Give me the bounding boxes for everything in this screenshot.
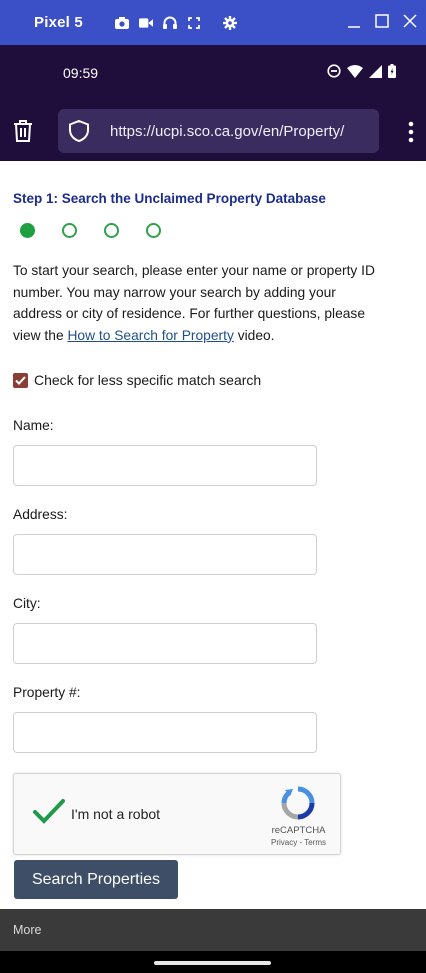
step-title: Step 1: Search the Unclaimed Property Da…: [13, 191, 326, 206]
search-properties-button[interactable]: Search Properties: [14, 860, 178, 899]
checkmark-icon[interactable]: [32, 798, 66, 826]
recaptcha-links: Privacy - Terms: [266, 838, 331, 847]
emulator-toolbar: [114, 15, 237, 30]
recaptcha-brand: reCAPTCHA: [271, 825, 326, 836]
progress-step-3: [104, 223, 119, 238]
property-number-input[interactable]: [13, 712, 317, 753]
less-specific-match-row: Check for less specific match search: [13, 372, 261, 388]
address-input[interactable]: [13, 534, 317, 575]
status-icons: [327, 64, 396, 83]
recaptcha-privacy-link[interactable]: Privacy: [271, 838, 297, 847]
progress-step-2: [62, 223, 77, 238]
step-progress-indicator: [20, 223, 161, 238]
more-label[interactable]: More: [13, 923, 41, 937]
headphones-icon[interactable]: [162, 16, 177, 30]
recaptcha-widget: I'm not a robot reCAPTCHA Privacy - Term…: [13, 773, 341, 855]
address-label: Address:: [13, 507, 68, 522]
how-to-search-link[interactable]: How to Search for Property: [67, 328, 233, 343]
close-icon[interactable]: [402, 12, 418, 30]
less-specific-checkbox[interactable]: [13, 372, 28, 388]
status-time: 09:59: [63, 65, 99, 81]
browser-toolbar: https://ucpi.sco.ca.gov/en/Property/: [0, 101, 426, 161]
cell-signal-icon: [369, 64, 382, 83]
city-label: City:: [13, 596, 41, 611]
city-input[interactable]: [13, 623, 317, 664]
property-number-label: Property #:: [13, 685, 81, 700]
gear-icon[interactable]: [222, 15, 237, 30]
android-status-bar: 09:59: [0, 45, 426, 101]
progress-step-4: [146, 223, 161, 238]
emulator-device-name: Pixel 5: [34, 14, 83, 31]
name-input[interactable]: [13, 445, 317, 486]
intro-suffix: video.: [233, 327, 275, 343]
wifi-icon: [347, 64, 363, 83]
trash-icon[interactable]: [12, 119, 34, 143]
do-not-disturb-icon: [327, 64, 341, 83]
window-controls: [346, 12, 418, 30]
home-gesture-handle[interactable]: [154, 961, 271, 965]
recaptcha-logo-icon: [281, 786, 315, 820]
more-options-icon[interactable]: [408, 121, 414, 143]
less-specific-label[interactable]: Check for less specific match search: [34, 372, 261, 388]
camera-icon[interactable]: [114, 16, 129, 30]
shield-icon[interactable]: [68, 119, 90, 143]
intro-paragraph: To start your search, please enter your …: [13, 260, 385, 346]
fullscreen-icon[interactable]: [187, 16, 201, 30]
name-label: Name:: [13, 418, 54, 433]
url-bar[interactable]: https://ucpi.sco.ca.gov/en/Property/: [58, 109, 379, 153]
video-record-icon[interactable]: [138, 16, 153, 30]
url-text[interactable]: https://ucpi.sco.ca.gov/en/Property/: [110, 123, 344, 140]
progress-step-1: [20, 223, 35, 238]
more-bar[interactable]: More: [0, 909, 426, 951]
emulator-title-bar: Pixel 5: [0, 0, 426, 45]
maximize-icon[interactable]: [374, 12, 390, 30]
captcha-label: I'm not a robot: [71, 806, 161, 822]
minimize-icon[interactable]: [346, 12, 362, 30]
recaptcha-terms-link[interactable]: Terms: [304, 838, 326, 847]
battery-icon: [388, 64, 396, 83]
android-navigation-bar: [0, 951, 426, 973]
